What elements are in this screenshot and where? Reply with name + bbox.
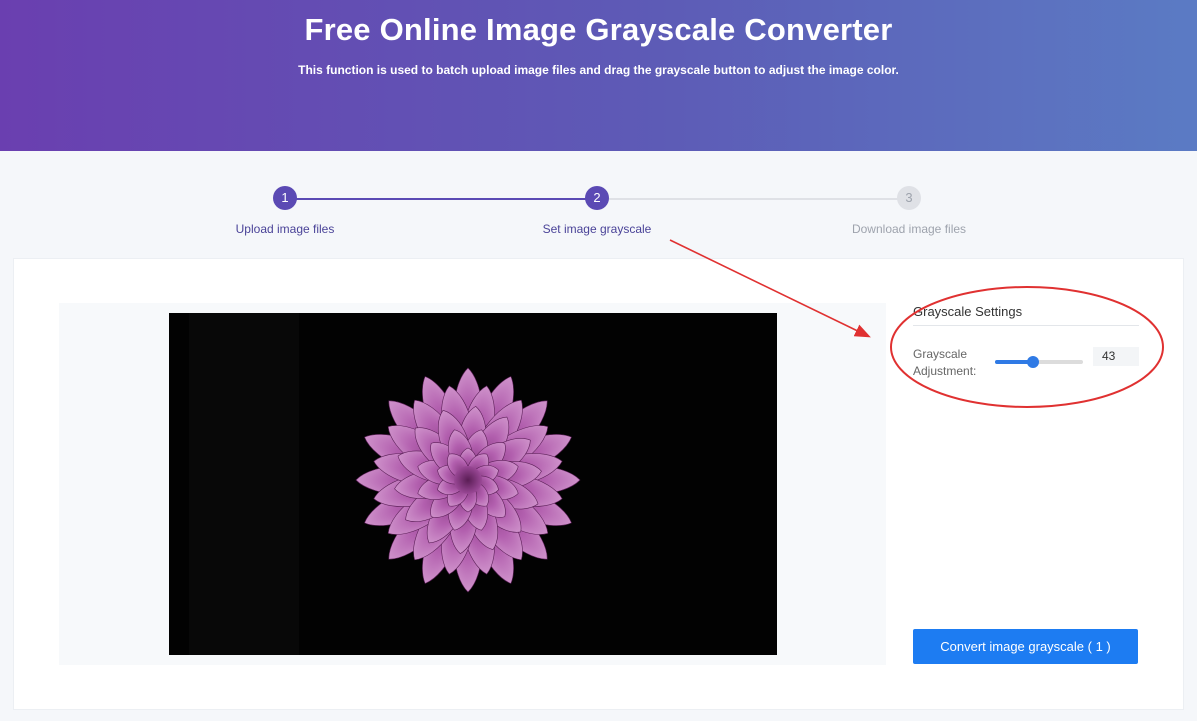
grayscale-settings-panel: Grayscale Settings Grayscale Adjustment:… <box>913 304 1139 386</box>
step-label: Download image files <box>851 222 967 236</box>
progress-stepper: 1 Upload image files 2 Set image graysca… <box>0 186 1197 236</box>
image-preview-area <box>59 303 886 665</box>
page-title: Free Online Image Grayscale Converter <box>304 12 893 47</box>
flower-image <box>169 313 777 655</box>
step-number: 3 <box>897 186 921 210</box>
step-label: Set image grayscale <box>542 222 652 236</box>
step-upload[interactable]: 1 Upload image files <box>205 186 365 236</box>
grayscale-slider[interactable] <box>995 355 1083 369</box>
slider-thumb[interactable] <box>1026 356 1039 368</box>
step-number: 2 <box>585 186 609 210</box>
settings-title: Grayscale Settings <box>913 304 1139 326</box>
preview-image <box>169 313 777 655</box>
hero-banner: Free Online Image Grayscale Converter Th… <box>0 0 1197 151</box>
flower-center <box>454 466 482 494</box>
step-set-grayscale[interactable]: 2 Set image grayscale <box>517 186 677 236</box>
grayscale-value-input[interactable]: 43 <box>1093 347 1139 366</box>
step-label: Upload image files <box>235 222 335 236</box>
grayscale-adjustment-label: Grayscale Adjustment: <box>913 347 977 378</box>
convert-grayscale-button[interactable]: Convert image grayscale ( 1 ) <box>913 629 1138 664</box>
grayscale-adjustment-row: Grayscale Adjustment: 43 <box>913 346 1139 386</box>
step-number: 1 <box>273 186 297 210</box>
editor-card: Grayscale Settings Grayscale Adjustment:… <box>13 258 1184 710</box>
page-subtitle: This function is used to batch upload im… <box>298 63 899 77</box>
step-download: 3 Download image files <box>829 186 989 236</box>
